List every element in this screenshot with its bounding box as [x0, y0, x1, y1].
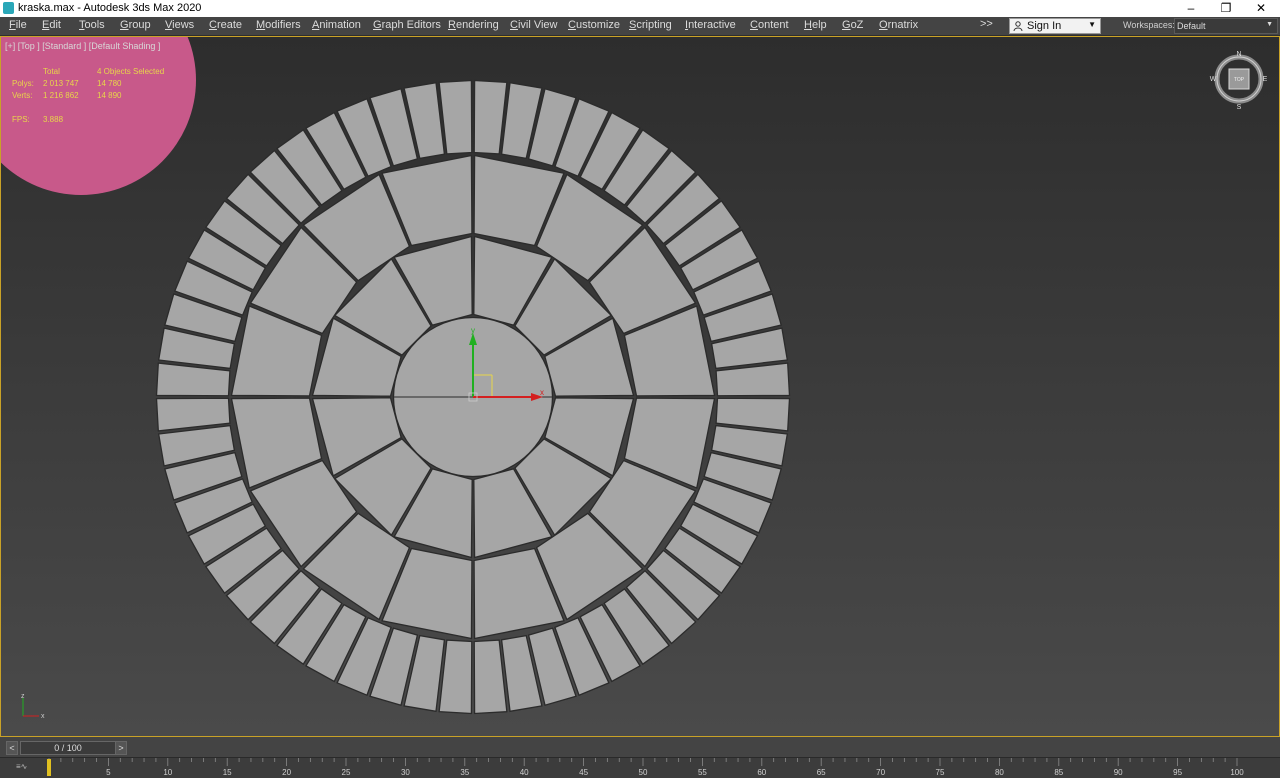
- viewcube-face-label: TOP: [1234, 77, 1245, 83]
- menu-group[interactable]: Group: [120, 19, 151, 31]
- compass-w[interactable]: W: [1210, 76, 1217, 83]
- frame-tick-label: 50: [639, 768, 648, 777]
- curve-editor-icon[interactable]: ≡∿: [16, 762, 27, 771]
- frame-tick-label: 5: [106, 768, 111, 777]
- track-bar[interactable]: 0510152025303540455055606570758085909510…: [0, 757, 1280, 778]
- gizmo-y-label: y: [471, 326, 475, 335]
- menu-help[interactable]: Help: [804, 19, 827, 31]
- viewcube[interactable]: TOP N S E W: [1207, 49, 1271, 113]
- title-bar: kraska.max - Autodesk 3ds Max 2020 – ❐ ✕: [0, 0, 1280, 17]
- menu-rendering[interactable]: Rendering: [448, 19, 499, 31]
- world-axis-tripod: z x: [21, 693, 45, 720]
- menu-interactive[interactable]: Interactive: [685, 19, 736, 31]
- stats-verts-selected: 14 890: [97, 91, 122, 100]
- viewport-label[interactable]: [+] [Top ] [Standard ] [Default Shading …: [5, 41, 160, 51]
- stats-fps-label: FPS:: [12, 115, 30, 124]
- selection-highlight: [1, 37, 196, 195]
- paving-tile[interactable]: [715, 362, 791, 397]
- menu-ornatrix[interactable]: Ornatrix: [879, 19, 918, 31]
- frame-tick-label: 75: [936, 768, 945, 777]
- time-slider[interactable]: 0 / 100: [20, 741, 116, 755]
- mini-axis-x: x: [41, 713, 45, 720]
- paving-tile[interactable]: [473, 639, 508, 715]
- user-icon: [1013, 21, 1023, 31]
- frame-tick-label: 70: [876, 768, 885, 777]
- frame-tick-label: 90: [1114, 768, 1123, 777]
- paving-tile[interactable]: [715, 397, 791, 432]
- scene-canvas[interactable]: y x: [1, 37, 1279, 736]
- frame-tick-label: 35: [460, 768, 469, 777]
- workspace-select[interactable]: Default ▼: [1174, 18, 1278, 34]
- menu-content[interactable]: Content: [750, 19, 789, 31]
- stats-polys-label: Polys:: [12, 79, 34, 88]
- frame-tick-label: 80: [995, 768, 1004, 777]
- stats-fps-value: 3.888: [43, 115, 64, 124]
- mini-axis-z: z: [21, 693, 25, 700]
- frame-tick-label: 95: [1173, 768, 1182, 777]
- menu-views[interactable]: Views: [165, 19, 194, 31]
- paving-tile[interactable]: [438, 79, 473, 155]
- chevron-down-icon: ▼: [1088, 20, 1096, 29]
- sign-in-dropdown[interactable]: Sign In ▼: [1009, 18, 1101, 34]
- menu-animation[interactable]: Animation: [312, 19, 361, 31]
- paving-tile[interactable]: [155, 362, 231, 397]
- frame-tick-label: 10: [163, 768, 172, 777]
- frame-tick-label: 65: [817, 768, 826, 777]
- paving-tile[interactable]: [438, 639, 473, 715]
- stats-selected-label: 4 Objects Selected: [97, 67, 165, 76]
- stats-verts-total: 1 216 862: [43, 91, 79, 100]
- sign-in-label: Sign In: [1027, 20, 1062, 32]
- menu-goz[interactable]: GoZ: [842, 19, 863, 31]
- compass-n[interactable]: N: [1236, 51, 1241, 58]
- compass-s[interactable]: S: [1237, 104, 1242, 111]
- menu-file[interactable]: File: [9, 19, 27, 31]
- workspace-value: Default: [1177, 21, 1206, 31]
- prev-frame-button[interactable]: <: [6, 741, 18, 755]
- frame-tick-label: 30: [401, 768, 410, 777]
- paving-tile[interactable]: [473, 79, 508, 155]
- chevron-down-icon: ▼: [1266, 21, 1273, 28]
- frame-tick-label: 40: [520, 768, 529, 777]
- frame-tick-label: 20: [282, 768, 291, 777]
- frame-tick-label: 85: [1054, 768, 1063, 777]
- frame-ruler[interactable]: 0510152025303540455055606570758085909510…: [0, 758, 1280, 778]
- stats-total-label: Total: [43, 67, 60, 76]
- menu-edit[interactable]: Edit: [42, 19, 61, 31]
- menu-scripting[interactable]: Scripting: [629, 19, 672, 31]
- menu-tools[interactable]: Tools: [79, 19, 105, 31]
- menu-overflow-button[interactable]: >>: [980, 18, 993, 30]
- paving-tile[interactable]: [155, 397, 231, 432]
- minimize-button[interactable]: –: [1174, 0, 1208, 17]
- window-title: kraska.max - Autodesk 3ds Max 2020: [18, 2, 202, 14]
- frame-tick-label: 100: [1230, 768, 1244, 777]
- frame-tick-label: 55: [698, 768, 707, 777]
- workspaces-label: Workspaces:: [1123, 20, 1175, 30]
- menu-modifiers[interactable]: Modifiers: [256, 19, 301, 31]
- menu-civil-view[interactable]: Civil View: [510, 19, 557, 31]
- menu-bar: File Edit Tools Group Views Create Modif…: [0, 17, 1280, 36]
- close-button[interactable]: ✕: [1244, 0, 1278, 17]
- current-frame-marker[interactable]: [47, 759, 51, 776]
- app-icon: [3, 2, 14, 14]
- frame-tick-label: 60: [757, 768, 766, 777]
- next-frame-button[interactable]: >: [115, 741, 127, 755]
- stats-verts-label: Verts:: [12, 91, 33, 100]
- menu-create[interactable]: Create: [209, 19, 242, 31]
- frame-tick-label: 45: [579, 768, 588, 777]
- restore-button[interactable]: ❐: [1209, 0, 1243, 17]
- frame-tick-label: 15: [223, 768, 232, 777]
- stats-polys-selected: 14 780: [97, 79, 122, 88]
- gizmo-x-label: x: [540, 388, 544, 397]
- compass-e[interactable]: E: [1263, 76, 1268, 83]
- menu-graph-editors[interactable]: Graph Editors: [373, 19, 441, 31]
- time-slider-bar: < 0 / 100 >: [0, 737, 1280, 757]
- stats-polys-total: 2 013 747: [43, 79, 79, 88]
- frame-tick-label: 25: [342, 768, 351, 777]
- viewport-top[interactable]: y x [+] [Top ] [Standard ] [Default Shad…: [0, 36, 1280, 737]
- menu-customize[interactable]: Customize: [568, 19, 620, 31]
